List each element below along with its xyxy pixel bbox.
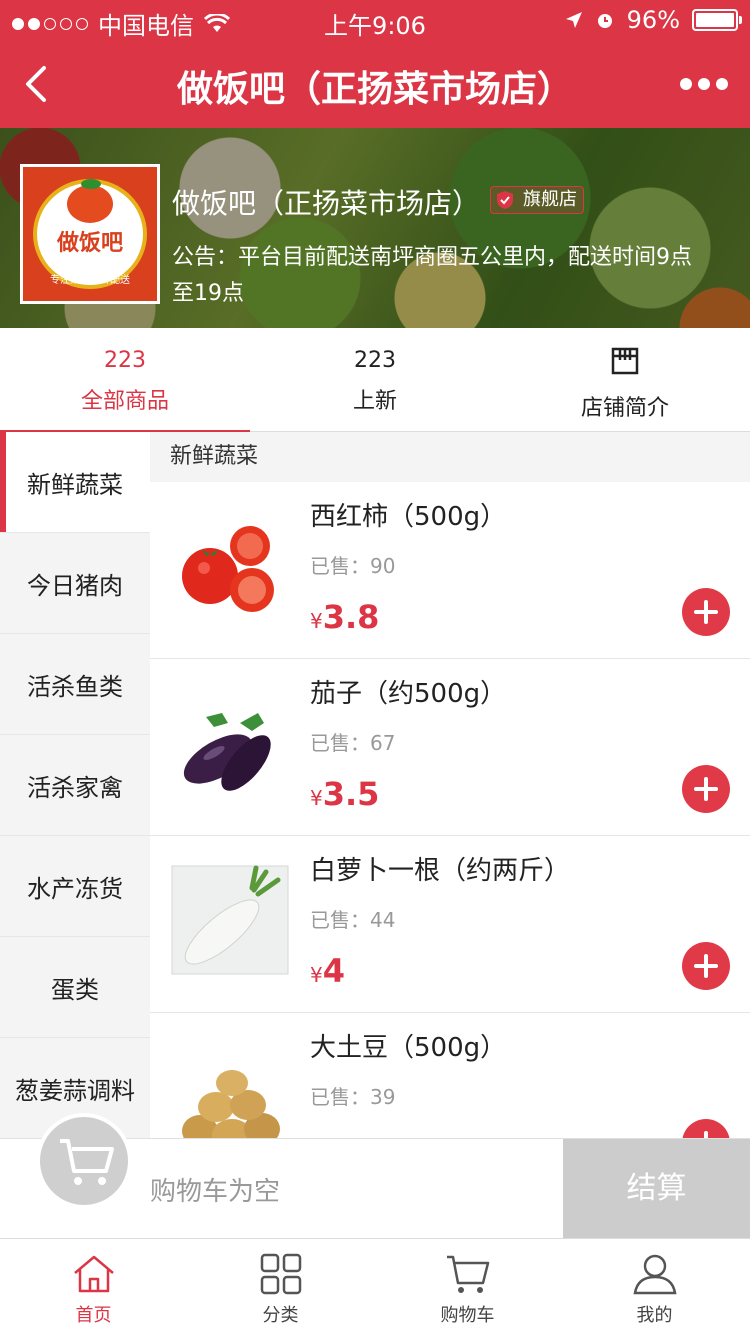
currency-symbol: ¥ <box>310 786 323 810</box>
more-button[interactable] <box>676 70 732 98</box>
category-fresh-vegetables[interactable]: 新鲜蔬菜 <box>0 432 150 533</box>
checkout-button[interactable]: 结算 <box>563 1139 750 1239</box>
product-name: 白萝卜一根（约两斤） <box>310 856 571 886</box>
price-value: 4 <box>322 952 345 990</box>
logo-text: 做饭吧 <box>56 231 123 256</box>
product-name: 大土豆（500g） <box>310 1033 507 1063</box>
badge-label: 旗舰店 <box>523 189 577 210</box>
status-bar: 中国电信 上午9:06 96% <box>0 0 750 40</box>
shield-icon <box>497 191 513 209</box>
location-icon <box>565 12 582 28</box>
category-fish[interactable]: 活杀鱼类 <box>0 634 150 735</box>
product-price: ¥4 <box>310 952 345 990</box>
add-to-cart-button[interactable] <box>682 1119 730 1138</box>
category-pork[interactable]: 今日猪肉 <box>0 533 150 634</box>
category-poultry[interactable]: 活杀家禽 <box>0 735 150 836</box>
product-price: ¥3.8 <box>310 598 379 636</box>
add-to-cart-button[interactable] <box>682 765 730 813</box>
status-right: 96% <box>565 6 742 34</box>
tomato-icon <box>67 185 113 223</box>
home-icon <box>73 1255 114 1293</box>
grid-icon <box>260 1253 301 1295</box>
section-title: 新鲜蔬菜 <box>150 432 750 482</box>
tabbar-profile[interactable]: 我的 <box>561 1239 748 1334</box>
currency-symbol: ¥ <box>310 963 323 987</box>
add-to-cart-button[interactable] <box>682 588 730 636</box>
price-value: 3.8 <box>322 598 380 636</box>
currency-symbol: ¥ <box>310 609 323 633</box>
category-eggs[interactable]: 蛋类 <box>0 937 150 1038</box>
tab-new-arrivals[interactable]: 223 上新 <box>250 328 500 432</box>
tab-label: 全部商品 <box>80 389 169 414</box>
product-name: 茄子（约500g） <box>310 679 507 709</box>
product-price: ¥3.5 <box>310 775 379 813</box>
battery-icon <box>692 9 742 31</box>
product-item[interactable]: 大土豆（500g） 已售：39 <box>150 1013 750 1138</box>
logo-subtext: 专注菜市生鲜配送 <box>50 275 130 286</box>
tabbar-cart[interactable]: 购物车 <box>374 1239 561 1334</box>
add-to-cart-button[interactable] <box>682 942 730 990</box>
alarm-icon <box>597 14 612 28</box>
product-sold: 已售：39 <box>310 1085 396 1109</box>
tabbar-label: 首页 <box>75 1305 112 1326</box>
potato-image <box>182 1070 280 1138</box>
shop-logo: 做饭吧 专注菜市生鲜配送 <box>20 164 160 304</box>
page-title: 做饭吧（正扬菜市场店） <box>176 69 573 110</box>
tab-count: 223 <box>104 348 146 373</box>
eggplant-image <box>183 713 271 791</box>
cart-icon <box>446 1255 489 1293</box>
shop-tabs: 223 全部商品 223 上新 店铺简介 <box>0 328 750 433</box>
user-icon <box>633 1254 676 1295</box>
cart-empty-text: 购物车为空 <box>150 1177 281 1207</box>
product-item[interactable]: 白萝卜一根（约两斤） 已售：44 ¥4 <box>150 836 750 1013</box>
cart-icon <box>60 1139 114 1185</box>
tab-count: 223 <box>354 348 396 373</box>
product-sold: 已售：90 <box>310 554 396 578</box>
tab-label: 店铺简介 <box>580 396 669 421</box>
radish-image <box>171 865 289 975</box>
tab-label: 上新 <box>352 389 397 414</box>
tabbar-label: 分类 <box>262 1305 299 1326</box>
shop-name: 做饭吧（正扬菜市场店） <box>172 187 481 220</box>
shop-notice: 公告：平台目前配送南坪商圈五公里内，配送时间9点至19点 <box>172 245 692 306</box>
tabbar-home[interactable]: 首页 <box>0 1239 187 1334</box>
app-header: 中国电信 上午9:06 96% 做饭吧（正扬菜市场店） <box>0 0 750 128</box>
product-name: 西红柿（500g） <box>310 502 507 532</box>
nav-bar: 做饭吧（正扬菜市场店） <box>0 40 750 128</box>
product-item[interactable]: 西红柿（500g） 已售：90 ¥3.8 <box>150 482 750 659</box>
cart-bar: 购物车为空 结算 <box>0 1113 750 1239</box>
product-sold: 已售：44 <box>310 908 396 932</box>
tabbar-label: 购物车 <box>440 1305 495 1326</box>
category-sidebar: 新鲜蔬菜 今日猪肉 活杀鱼类 活杀家禽 水产冻货 蛋类 葱姜蒜调料 <box>0 432 150 1139</box>
product-sold: 已售：67 <box>310 731 396 755</box>
bottom-tab-bar: 首页 分类 购物车 我的 <box>0 1238 750 1334</box>
cart-button[interactable] <box>36 1113 132 1209</box>
tabbar-category[interactable]: 分类 <box>187 1239 374 1334</box>
flagship-badge: 旗舰店 <box>490 186 584 214</box>
category-frozen-seafood[interactable]: 水产冻货 <box>0 836 150 937</box>
product-item[interactable]: 茄子（约500g） 已售：67 ¥3.5 <box>150 659 750 836</box>
store-icon <box>611 347 639 375</box>
tabbar-label: 我的 <box>636 1305 673 1326</box>
battery-percent: 96% <box>626 6 680 34</box>
tab-all-products[interactable]: 223 全部商品 <box>0 328 250 433</box>
tomato-image <box>182 526 274 612</box>
tab-store-intro[interactable]: 店铺简介 <box>500 328 750 432</box>
shop-banner: 做饭吧 专注菜市生鲜配送 做饭吧（正扬菜市场店） 旗舰店 公告：平台目前配送南坪… <box>0 128 750 328</box>
product-list: 新鲜蔬菜 西红柿（500g） 已售：90 ¥3.8 茄子（约500g） 已售：6… <box>150 432 750 1138</box>
price-value: 3.5 <box>322 775 380 813</box>
